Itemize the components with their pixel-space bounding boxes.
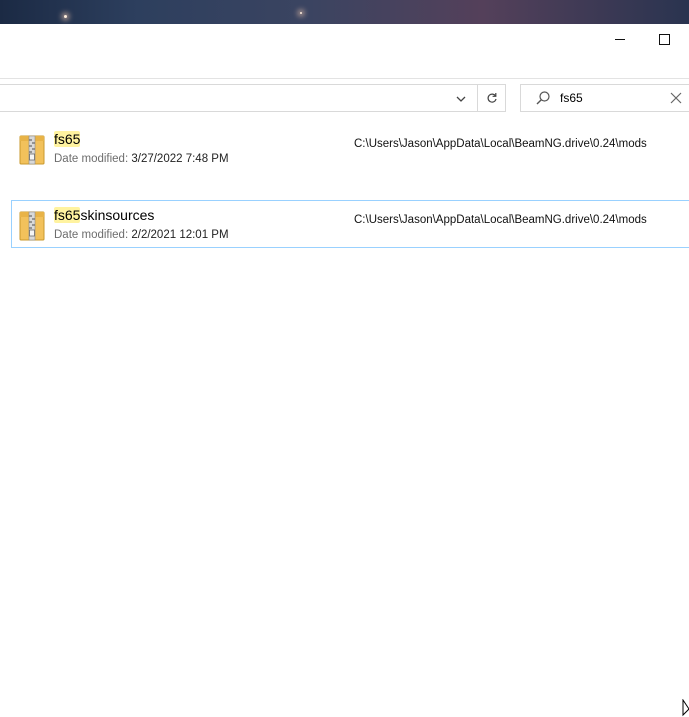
date-modified: Date modified: 2/2/2021 12:01 PM xyxy=(54,229,229,241)
refresh-button[interactable] xyxy=(477,85,506,111)
zip-folder-icon xyxy=(19,135,45,165)
date-modified: Date modified: 3/27/2022 7:48 PM xyxy=(54,153,229,165)
mouse-cursor-icon xyxy=(682,699,689,717)
search-icon xyxy=(536,91,550,105)
refresh-icon xyxy=(487,93,497,103)
address-history-button[interactable] xyxy=(450,89,472,109)
maximize-button[interactable] xyxy=(641,24,687,54)
title-bar[interactable] xyxy=(0,24,689,54)
close-icon[interactable] xyxy=(669,91,683,105)
minimize-icon xyxy=(615,38,625,40)
search-match-highlight: fs65 xyxy=(54,131,81,147)
file-path: C:\Users\Jason\AppData\Local\BeamNG.driv… xyxy=(354,214,647,226)
address-bar[interactable] xyxy=(0,84,506,112)
chevron-down-icon xyxy=(456,96,466,102)
file-name-rest: skinsources xyxy=(80,207,155,223)
desktop-wallpaper xyxy=(0,0,689,24)
date-label: Date modified: xyxy=(54,229,129,241)
search-match-highlight: fs65 xyxy=(54,207,81,223)
wallpaper-star xyxy=(300,12,302,14)
maximize-icon xyxy=(658,33,670,45)
date-label: Date modified: xyxy=(54,153,129,165)
wallpaper-star xyxy=(64,15,67,18)
search-input[interactable]: fs65 xyxy=(560,91,583,105)
file-explorer-window: fs65 fs65 Date modified: 3/27/2022 7:48 … xyxy=(0,24,689,717)
search-box[interactable]: fs65 xyxy=(520,84,689,112)
zip-folder-icon xyxy=(19,211,45,241)
file-path: C:\Users\Jason\AppData\Local\BeamNG.driv… xyxy=(354,138,647,150)
date-value: 2/2/2021 12:01 PM xyxy=(131,229,229,241)
list-item[interactable]: fs65skinsources Date modified: 2/2/2021 … xyxy=(11,200,689,248)
minimize-button[interactable] xyxy=(597,24,643,54)
file-name[interactable]: fs65skinsources xyxy=(54,207,154,223)
list-item[interactable]: fs65 Date modified: 3/27/2022 7:48 PM C:… xyxy=(11,124,689,172)
ribbon-divider xyxy=(0,78,689,79)
date-value: 3/27/2022 7:48 PM xyxy=(131,153,229,165)
file-name[interactable]: fs65 xyxy=(54,131,81,147)
